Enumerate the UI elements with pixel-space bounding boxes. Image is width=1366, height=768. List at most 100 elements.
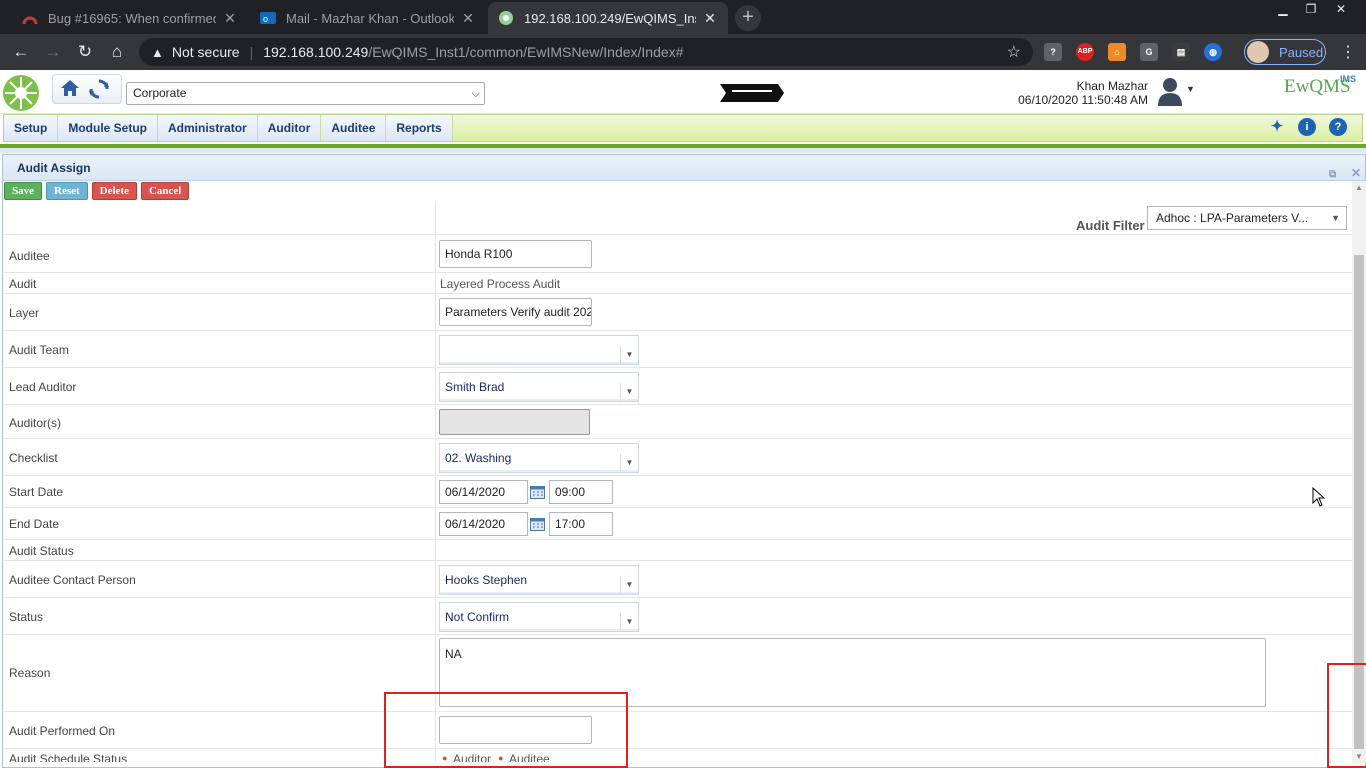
performed-on-row: Audit Performed On <box>4 712 1352 749</box>
status-row: Status Not Confirm ▼ <box>4 598 1352 635</box>
bookmark-star-icon[interactable]: ☆ <box>1007 42 1021 62</box>
status-label: Status <box>9 610 44 624</box>
ewqms-logo: EwQMS IMS <box>1284 74 1360 100</box>
grammar-icon[interactable]: G <box>1140 43 1158 61</box>
lead-auditor-value: Smith Brad <box>445 380 505 394</box>
profile-button[interactable]: Paused <box>1244 39 1326 65</box>
new-tab-button[interactable]: + <box>735 5 761 31</box>
app-logo-icon[interactable] <box>0 72 42 114</box>
menu-setup[interactable]: Setup <box>4 115 59 141</box>
end-date-label: End Date <box>9 517 60 531</box>
column-divider <box>435 405 436 438</box>
audit-team-select[interactable]: ▼ <box>439 335 639 365</box>
auditee-input[interactable]: Honda R100 <box>439 240 592 268</box>
reload-icon[interactable]: ↻ <box>74 41 96 63</box>
status-select[interactable]: Not Confirm ▼ <box>439 602 639 632</box>
popout-icon[interactable]: ⧉ <box>1329 162 1336 188</box>
end-time-input[interactable]: 17:00 <box>549 512 613 536</box>
menu-auditor[interactable]: Auditor <box>257 115 322 141</box>
chevron-down-icon: ⌵ <box>471 88 480 100</box>
extension-globe-icon[interactable]: ◍ <box>1204 43 1222 61</box>
url-bar[interactable]: ▲ Not secure | 192.168.100.249/EwQIMS_In… <box>139 38 1033 66</box>
extension-orange-icon[interactable]: ⌂ <box>1108 43 1126 61</box>
audit-filter-select[interactable]: Adhoc : LPA-Parameters V... ▼ <box>1147 206 1347 230</box>
info-icon[interactable]: i <box>1298 118 1316 136</box>
dropdown-arrow-icon: ▼ <box>620 346 638 364</box>
start-time-input[interactable]: 09:00 <box>549 480 613 504</box>
checklist-label: Checklist <box>9 451 58 465</box>
browser-menu-icon[interactable]: ⋮ <box>1340 42 1356 62</box>
help-icon[interactable]: ? <box>1329 118 1347 136</box>
column-divider <box>435 331 436 367</box>
menu-module-setup[interactable]: Module Setup <box>58 115 159 141</box>
close-tab-icon[interactable]: ✕ <box>702 10 718 27</box>
close-tab-icon[interactable]: ✕ <box>460 10 476 27</box>
adblock-icon[interactable]: ABP <box>1076 43 1094 61</box>
delete-button[interactable]: Delete <box>91 182 137 200</box>
close-window-icon[interactable]: ✕ <box>1328 0 1354 18</box>
menu-administrator[interactable]: Administrator <box>158 115 258 141</box>
cancel-button[interactable]: Cancel <box>140 182 190 200</box>
audit-status-label: Audit Status <box>9 544 74 558</box>
auditors-field[interactable] <box>439 409 590 435</box>
home-icon[interactable]: ⌂ <box>106 41 128 63</box>
contact-select[interactable]: Hooks Stephen ▼ <box>439 565 639 595</box>
filter-row: Audit Filter Adhoc : LPA-Parameters V...… <box>4 202 1352 235</box>
extension-shield-icon[interactable]: ? <box>1044 43 1062 61</box>
organization-select[interactable]: Corporate ⌵ <box>126 82 485 105</box>
minimize-icon[interactable]: ▁ <box>1270 0 1296 18</box>
tab-outlook[interactable]: o Mail - Mazhar Khan - Outlook ✕ <box>250 2 486 34</box>
auditee-label: Auditee <box>9 249 50 263</box>
checklist-select[interactable]: 02. Washing ▼ <box>439 443 639 473</box>
close-tab-icon[interactable]: ✕ <box>222 10 238 27</box>
column-divider <box>435 273 436 293</box>
mouse-cursor-icon <box>1312 487 1326 507</box>
audit-form: Audit Filter Adhoc : LPA-Parameters V...… <box>4 202 1352 762</box>
user-menu-caret-icon[interactable]: ▼ <box>1186 84 1195 94</box>
cummins-logo-icon <box>720 84 784 102</box>
reason-row: Reason NA <box>4 635 1352 712</box>
user-info: Khan Mazhar 06/10/2020 11:50:48 AM <box>1000 79 1148 107</box>
scroll-up-icon[interactable]: ▲ <box>1355 183 1363 192</box>
save-button[interactable]: Save <box>4 182 42 200</box>
audit-status-row: Audit Status <box>4 540 1352 561</box>
tab-bug[interactable]: Bug #16965: When confirmed or ✕ <box>12 2 248 34</box>
extension-doc-icon[interactable]: ▤ <box>1172 43 1190 61</box>
user-name: Khan Mazhar <box>1076 79 1148 93</box>
menu-auditee[interactable]: Auditee <box>321 115 387 141</box>
current-datetime: 06/10/2020 11:50:48 AM <box>1018 93 1148 107</box>
calendar-icon[interactable] <box>530 517 545 531</box>
main-menu-bar: Setup Module Setup Administrator Auditor… <box>3 114 1363 142</box>
column-divider <box>435 561 436 597</box>
home-icon[interactable] <box>58 76 82 100</box>
audit-value: Layered Process Audit <box>440 277 561 291</box>
highlight-box <box>1327 663 1366 768</box>
outlook-icon: o <box>260 10 276 26</box>
pin-icon[interactable]: ✦ <box>1268 118 1286 136</box>
tab-ewqims[interactable]: 192.168.100.249/EwQIMS_Inst1/c ✕ <box>488 2 728 34</box>
user-avatar-icon[interactable] <box>1156 76 1184 106</box>
warning-icon: ▲ <box>151 44 164 60</box>
start-date-input[interactable]: 06/14/2020 <box>439 480 528 504</box>
column-divider <box>435 598 436 634</box>
forward-icon[interactable]: → <box>42 41 64 63</box>
contact-row: Auditee Contact Person Hooks Stephen ▼ <box>4 561 1352 598</box>
restore-icon[interactable]: ❐ <box>1298 0 1324 18</box>
calendar-icon[interactable] <box>530 485 545 499</box>
start-date-label: Start Date <box>9 485 64 499</box>
url-separator: | <box>249 44 254 60</box>
end-date-input[interactable]: 06/14/2020 <box>439 512 528 536</box>
audit-team-label: Audit Team <box>9 343 69 357</box>
audit-row: Audit Layered Process Audit <box>4 273 1352 294</box>
layer-input[interactable]: Parameters Verify audit 202 <box>439 298 592 326</box>
refresh-icon[interactable] <box>88 78 110 100</box>
back-icon[interactable]: ← <box>10 41 32 63</box>
checklist-value: 02. Washing <box>445 451 512 465</box>
address-toolbar: ← → ↻ ⌂ ▲ Not secure | 192.168.100.249/E… <box>0 34 1366 70</box>
lead-auditor-select[interactable]: Smith Brad ▼ <box>439 372 639 402</box>
reset-button[interactable]: Reset <box>46 182 88 200</box>
column-divider <box>435 439 436 475</box>
menu-reports[interactable]: Reports <box>386 115 453 141</box>
column-divider <box>435 235 436 272</box>
dropdown-arrow-icon: ▼ <box>620 454 638 472</box>
